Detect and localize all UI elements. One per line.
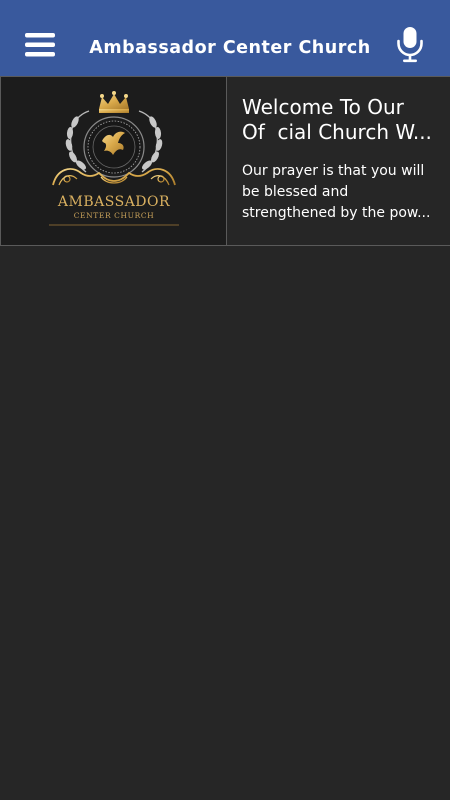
microphone-icon bbox=[397, 27, 423, 63]
feed-item-text[interactable]: Welcome To Our Of cial Church W... Our p… bbox=[227, 77, 450, 245]
feed-item-heading: Welcome To Our Of cial Church W... bbox=[242, 95, 438, 145]
menu-button[interactable] bbox=[22, 28, 58, 64]
logo-name: AMBASSADOR bbox=[57, 194, 171, 210]
feed-list-item[interactable]: AMBASSADOR CENTER CHURCH Welcome To Our … bbox=[0, 76, 450, 246]
hamburger-menu-icon bbox=[25, 33, 55, 57]
feed-item-heading-line2: Of cial Church W... bbox=[242, 120, 432, 144]
voice-search-button[interactable] bbox=[395, 26, 425, 64]
feed-item-summary-line2: be blessed and bbox=[242, 184, 349, 200]
church-logo-thumbnail[interactable]: AMBASSADOR CENTER CHURCH bbox=[0, 77, 227, 245]
feed-item-summary-line1: Our prayer is that you will bbox=[242, 163, 425, 179]
feed-item-summary: Our prayer is that you will be blessed a… bbox=[242, 161, 438, 224]
empty-content-area bbox=[0, 246, 450, 800]
logo-subtitle: CENTER CHURCH bbox=[73, 211, 155, 220]
feed-item-summary-line3: strengthened by the pow... bbox=[242, 205, 431, 221]
feed-item-heading-line1: Welcome To Our bbox=[242, 95, 404, 119]
app-bar: Ambassador Center Church bbox=[0, 0, 450, 76]
